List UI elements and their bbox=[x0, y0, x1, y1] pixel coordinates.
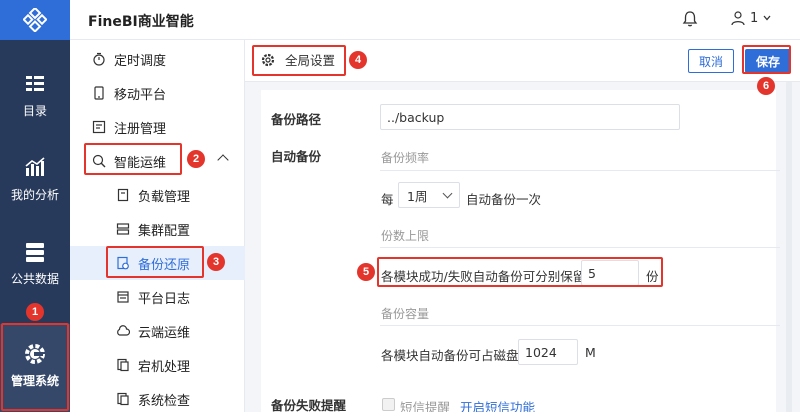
user-icon bbox=[731, 11, 745, 26]
annotation-badge: 5 bbox=[357, 263, 375, 281]
cloud-icon bbox=[117, 325, 130, 336]
nav-item-label: 定时调度 bbox=[114, 53, 167, 69]
count-limit-label: 份数上限 bbox=[381, 229, 430, 243]
tab-global-settings[interactable]: 全局设置 bbox=[261, 50, 335, 69]
nav-item-system-check[interactable]: 系统检查 bbox=[70, 382, 245, 412]
count-input[interactable]: 5 bbox=[581, 260, 639, 286]
nav-item-mobile[interactable]: 移动平台 bbox=[70, 76, 245, 110]
chevron-down-icon bbox=[763, 15, 771, 21]
annotation-badge: 1 bbox=[26, 303, 44, 321]
annotation-badge: 6 bbox=[757, 77, 775, 95]
left-rail: 目录 我的分析 公共数据 管理系统 bbox=[0, 0, 70, 412]
frequency-label: 备份频率 bbox=[381, 151, 430, 165]
nav-item-label: 集群配置 bbox=[138, 223, 191, 239]
nav-item-smart-ops[interactable]: 智能运维 bbox=[70, 144, 245, 178]
nav-item-label: 宕机处理 bbox=[138, 359, 191, 375]
capacity-unit: M bbox=[585, 345, 596, 360]
load-icon bbox=[117, 188, 129, 202]
nav-item-downtime[interactable]: 宕机处理 bbox=[70, 348, 245, 382]
backup-icon bbox=[117, 256, 129, 270]
nav-item-cluster[interactable]: 集群配置 bbox=[70, 212, 245, 246]
divider bbox=[380, 170, 780, 171]
timer-icon bbox=[93, 52, 105, 66]
logo-icon bbox=[23, 8, 47, 32]
frequency-value: 1周 bbox=[407, 188, 428, 204]
catalog-icon bbox=[26, 76, 44, 91]
annotation-badge: 3 bbox=[207, 253, 225, 271]
rail-item-label: 管理系统 bbox=[10, 374, 59, 388]
nav-item-label: 智能运维 bbox=[114, 155, 167, 171]
user-menu[interactable]: 1 bbox=[730, 10, 772, 26]
nav-item-load[interactable]: 负载管理 bbox=[70, 178, 245, 212]
frequency-select[interactable]: 1周 bbox=[398, 182, 460, 208]
rail-item-label: 目录 bbox=[22, 104, 47, 118]
count-text: 各模块成功/失败自动备份可分别保留 bbox=[381, 269, 586, 284]
annotation-badge: 2 bbox=[187, 150, 205, 168]
rail-item-my-analysis[interactable]: 我的分析 bbox=[0, 142, 70, 216]
chart-icon bbox=[25, 157, 45, 176]
gear-icon bbox=[25, 344, 45, 364]
app-title: FineBI商业智能 bbox=[88, 14, 194, 30]
admin-sidebar: 定时调度 移动平台 注册管理 智能运维 负载管理 集群配置 备份还原 平台日志 … bbox=[70, 40, 245, 412]
capacity-text: 各模块自动备份可占磁盘 bbox=[381, 348, 519, 363]
chevron-down-icon bbox=[442, 188, 453, 199]
nav-item-label: 系统检查 bbox=[138, 393, 191, 409]
content-header: 全局设置 取消 保存 bbox=[245, 40, 800, 82]
nav-item-schedule[interactable]: 定时调度 bbox=[70, 42, 245, 76]
database-icon bbox=[26, 243, 44, 262]
rail-item-public-data[interactable]: 公共数据 bbox=[0, 226, 70, 300]
ops-icon bbox=[92, 154, 106, 168]
rail-item-label: 我的分析 bbox=[10, 188, 59, 202]
backup-path-input[interactable]: ../backup bbox=[380, 104, 680, 130]
divider bbox=[380, 247, 780, 248]
downtime-icon bbox=[117, 358, 129, 372]
auto-backup-label: 自动备份 bbox=[271, 149, 322, 164]
nav-item-label: 移动平台 bbox=[114, 87, 167, 103]
mobile-icon bbox=[94, 86, 104, 100]
nav-item-label: 负载管理 bbox=[138, 189, 191, 205]
cancel-button[interactable]: 取消 bbox=[688, 49, 735, 73]
top-header: FineBI商业智能 1 bbox=[70, 0, 800, 40]
nav-item-platform-log[interactable]: 平台日志 bbox=[70, 280, 245, 314]
nav-item-label: 平台日志 bbox=[138, 291, 191, 307]
log-icon bbox=[117, 291, 129, 303]
tab-label: 全局设置 bbox=[285, 53, 336, 68]
server-icon bbox=[116, 223, 130, 235]
nav-item-label: 注册管理 bbox=[114, 121, 167, 137]
capacity-label: 备份容量 bbox=[381, 307, 430, 321]
save-button[interactable]: 保存 bbox=[745, 49, 792, 73]
user-name: 1 bbox=[750, 10, 759, 26]
app-logo[interactable] bbox=[0, 0, 70, 40]
nav-item-label: 备份还原 bbox=[138, 257, 191, 273]
enable-sms-link[interactable]: 开启短信功能 bbox=[460, 397, 535, 412]
fail-alert-label: 备份失败提醒 bbox=[271, 398, 347, 412]
backup-path-label: 备份路径 bbox=[271, 112, 322, 127]
rail-item-catalog[interactable]: 目录 bbox=[0, 58, 70, 132]
annotation-badge: 4 bbox=[349, 51, 367, 69]
sms-label: 短信提醒 bbox=[400, 400, 451, 412]
nav-item-label: 云端运维 bbox=[138, 325, 191, 341]
scrollbar[interactable] bbox=[786, 82, 792, 412]
rail-item-admin[interactable]: 管理系统 bbox=[0, 324, 70, 412]
count-unit: 份 bbox=[646, 269, 659, 284]
every-label: 每 bbox=[381, 192, 394, 207]
nav-item-registration[interactable]: 注册管理 bbox=[70, 110, 245, 144]
nav-item-cloud-ops[interactable]: 云端运维 bbox=[70, 314, 245, 348]
rail-item-label: 公共数据 bbox=[10, 272, 59, 286]
settings-icon bbox=[261, 53, 275, 66]
register-icon bbox=[92, 120, 106, 134]
capacity-input[interactable]: 1024 bbox=[518, 339, 578, 365]
bell-icon[interactable] bbox=[681, 10, 699, 28]
check-icon bbox=[117, 392, 129, 406]
chevron-up-icon bbox=[217, 154, 229, 166]
sms-checkbox[interactable] bbox=[382, 398, 395, 411]
frequency-suffix: 自动备份一次 bbox=[466, 192, 542, 207]
divider bbox=[380, 325, 780, 326]
